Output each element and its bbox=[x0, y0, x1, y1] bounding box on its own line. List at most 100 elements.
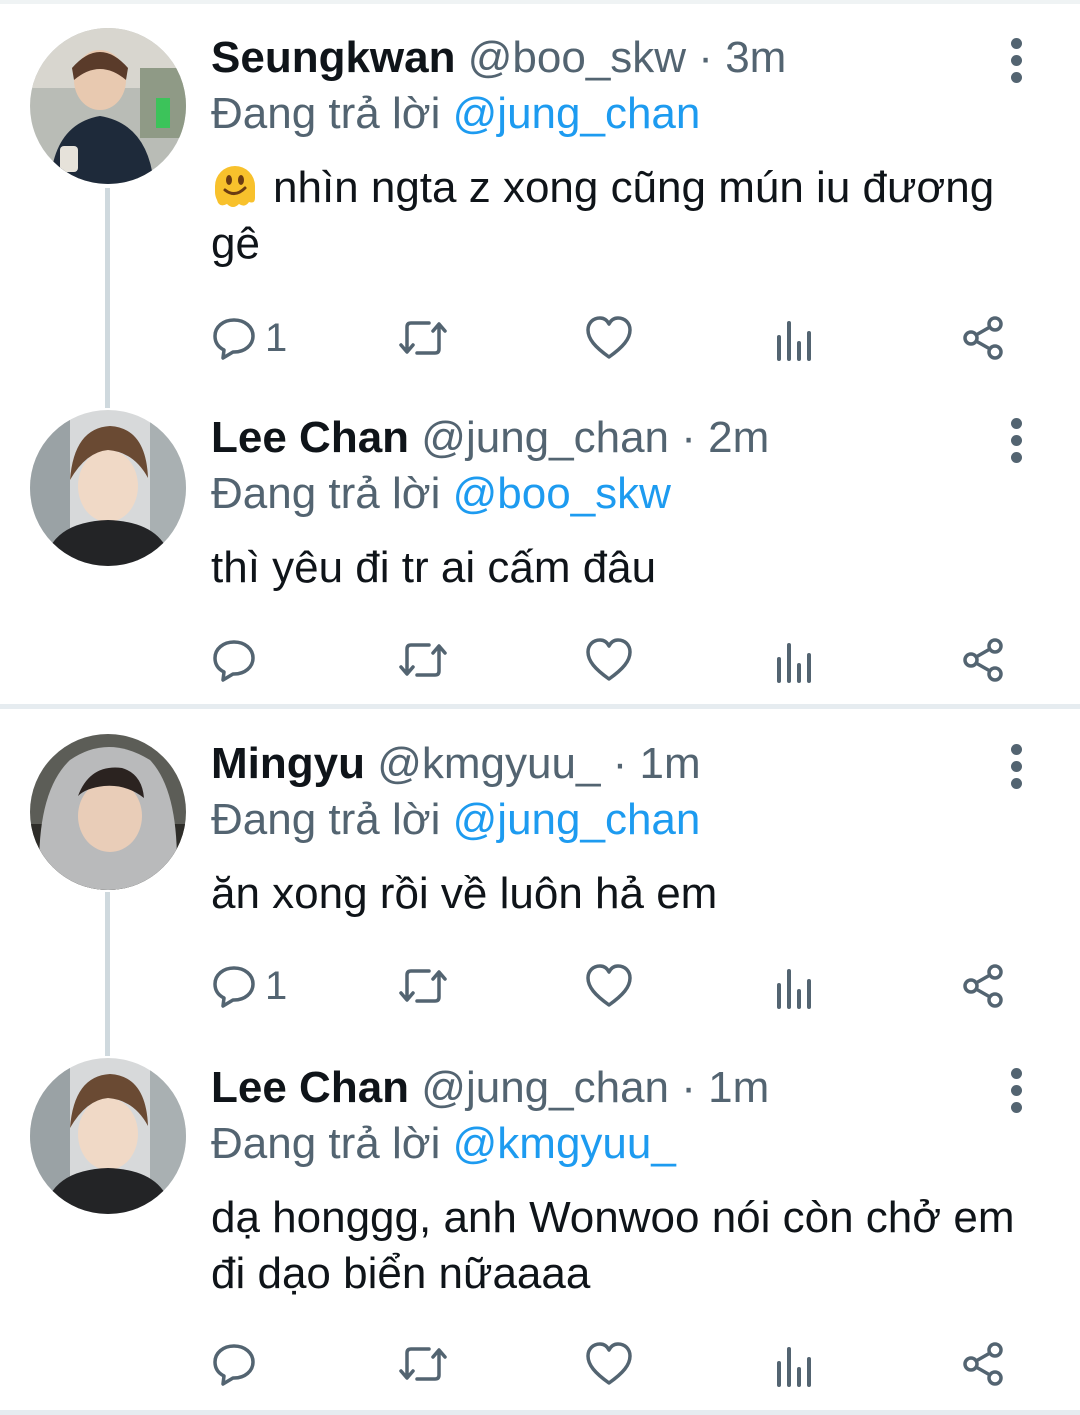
bottom-divider bbox=[0, 1410, 1080, 1415]
separator-dot: · bbox=[612, 739, 628, 788]
analytics-button[interactable] bbox=[775, 630, 815, 690]
retweet-icon bbox=[399, 969, 447, 1003]
replying-to: Đang trả lời @jung_chan bbox=[211, 84, 700, 144]
tweet-text-content: nhìn ngta z xong cũng mún iu đương gê bbox=[211, 163, 995, 268]
tweet-text: ăn xong rồi về luôn hả em bbox=[211, 869, 718, 918]
retweet-icon bbox=[399, 643, 447, 677]
reply-icon bbox=[213, 318, 255, 360]
timestamp[interactable]: 3m bbox=[725, 33, 786, 82]
tweet-actions: 1 bbox=[211, 956, 1031, 1016]
timestamp[interactable]: 1m bbox=[640, 739, 701, 788]
avatar[interactable] bbox=[30, 734, 186, 890]
tweet-text: thì yêu đi tr ai cấm đâu bbox=[211, 543, 657, 592]
reply-count: 1 bbox=[265, 315, 288, 360]
like-button[interactable] bbox=[585, 1334, 633, 1394]
share-button[interactable] bbox=[961, 956, 1007, 1016]
display-name[interactable]: Lee Chan bbox=[211, 413, 409, 462]
like-button[interactable] bbox=[585, 308, 633, 368]
melting-face-emoji bbox=[211, 162, 259, 210]
user-handle[interactable]: @boo_skw bbox=[468, 33, 686, 82]
tweet-text: dạ honggg, anh Wonwoo nói còn chở em đi … bbox=[211, 1193, 1015, 1298]
more-options-icon[interactable] bbox=[1000, 418, 1034, 464]
tweet[interactable]: Mingyu @kmgyuu_ · 1m Đang trả lời @jung_… bbox=[0, 734, 1080, 1034]
separator-dot: · bbox=[681, 413, 696, 462]
like-button[interactable] bbox=[585, 956, 633, 1016]
timestamp[interactable]: 1m bbox=[708, 1063, 769, 1112]
tweet-header: Seungkwan @boo_skw · 3m bbox=[211, 28, 786, 88]
separator-dot: · bbox=[681, 1063, 696, 1112]
more-options-icon[interactable] bbox=[1000, 744, 1034, 790]
tweet-actions: 1 bbox=[211, 308, 1031, 368]
reply-button[interactable] bbox=[211, 630, 265, 690]
replying-to-label: Đang trả lời bbox=[211, 795, 441, 844]
share-button[interactable] bbox=[961, 1334, 1007, 1394]
share-button[interactable] bbox=[961, 308, 1007, 368]
like-icon bbox=[586, 316, 632, 359]
tweet[interactable]: Lee Chan @jung_chan · 2m Đang trả lời @b… bbox=[0, 408, 1080, 698]
avatar[interactable] bbox=[30, 1058, 186, 1214]
tweet-actions bbox=[211, 630, 1031, 690]
like-icon bbox=[586, 964, 632, 1007]
analytics-icon bbox=[777, 969, 811, 1009]
reply-icon bbox=[213, 1344, 255, 1386]
user-handle[interactable]: @jung_chan bbox=[421, 1063, 669, 1112]
timestamp[interactable]: 2m bbox=[708, 413, 769, 462]
replying-to: Đang trả lời @jung_chan bbox=[211, 790, 700, 850]
like-button[interactable] bbox=[585, 630, 633, 690]
retweet-button[interactable] bbox=[397, 630, 449, 690]
share-icon bbox=[963, 1342, 1003, 1386]
share-icon bbox=[963, 964, 1003, 1008]
like-icon bbox=[586, 638, 632, 681]
retweet-button[interactable] bbox=[397, 956, 449, 1016]
tweet-header: Mingyu @kmgyuu_ · 1m bbox=[211, 734, 701, 794]
mention-link[interactable]: @boo_skw bbox=[453, 469, 671, 518]
thread-divider bbox=[0, 704, 1080, 709]
share-icon bbox=[963, 316, 1003, 360]
mention-link[interactable]: @jung_chan bbox=[453, 795, 701, 844]
more-options-icon[interactable] bbox=[1000, 1068, 1034, 1114]
reply-button[interactable]: 1 bbox=[211, 308, 287, 368]
reply-button[interactable]: 1 bbox=[211, 956, 287, 1016]
retweet-button[interactable] bbox=[397, 308, 449, 368]
display-name[interactable]: Seungkwan bbox=[211, 33, 456, 82]
reply-count: 1 bbox=[265, 963, 288, 1008]
replying-to-label: Đang trả lời bbox=[211, 469, 441, 518]
tweet-actions bbox=[211, 1334, 1031, 1394]
user-handle[interactable]: @kmgyuu_ bbox=[377, 739, 600, 788]
analytics-icon bbox=[777, 321, 811, 361]
more-options-icon[interactable] bbox=[1000, 38, 1034, 84]
analytics-icon bbox=[777, 1347, 811, 1387]
replying-to: Đang trả lời @boo_skw bbox=[211, 464, 671, 524]
retweet-icon bbox=[399, 1347, 447, 1381]
mention-link[interactable]: @jung_chan bbox=[453, 89, 701, 138]
tweet-header: Lee Chan @jung_chan · 2m bbox=[211, 408, 769, 468]
reply-feed: Seungkwan @boo_skw · 3m Đang trả lời @ju… bbox=[0, 0, 1080, 1415]
tweet-header: Lee Chan @jung_chan · 1m bbox=[211, 1058, 769, 1118]
retweet-icon bbox=[399, 321, 447, 355]
share-button[interactable] bbox=[961, 630, 1007, 690]
replying-to-label: Đang trả lời bbox=[211, 1119, 441, 1168]
mention-link[interactable]: @kmgyuu_ bbox=[453, 1119, 676, 1168]
analytics-button[interactable] bbox=[775, 956, 815, 1016]
display-name[interactable]: Lee Chan bbox=[211, 1063, 409, 1112]
user-handle[interactable]: @jung_chan bbox=[421, 413, 669, 462]
separator-dot: · bbox=[698, 33, 713, 82]
reply-icon bbox=[213, 640, 255, 682]
replying-to: Đang trả lời @kmgyuu_ bbox=[211, 1114, 676, 1174]
reply-icon bbox=[213, 966, 255, 1008]
analytics-button[interactable] bbox=[775, 308, 815, 368]
analytics-icon bbox=[777, 643, 811, 683]
tweet[interactable]: Seungkwan @boo_skw · 3m Đang trả lời @ju… bbox=[0, 28, 1080, 368]
display-name[interactable]: Mingyu bbox=[211, 739, 365, 788]
replying-to-label: Đang trả lời bbox=[211, 89, 441, 138]
top-divider bbox=[0, 0, 1080, 4]
avatar[interactable] bbox=[30, 410, 186, 566]
tweet-text: nhìn ngta z xong cũng mún iu đương gê bbox=[211, 160, 1031, 272]
avatar[interactable] bbox=[30, 28, 186, 184]
analytics-button[interactable] bbox=[775, 1334, 815, 1394]
tweet[interactable]: Lee Chan @jung_chan · 1m Đang trả lời @k… bbox=[0, 1058, 1080, 1408]
like-icon bbox=[586, 1342, 632, 1385]
reply-button[interactable] bbox=[211, 1334, 265, 1394]
retweet-button[interactable] bbox=[397, 1334, 449, 1394]
share-icon bbox=[963, 638, 1003, 682]
